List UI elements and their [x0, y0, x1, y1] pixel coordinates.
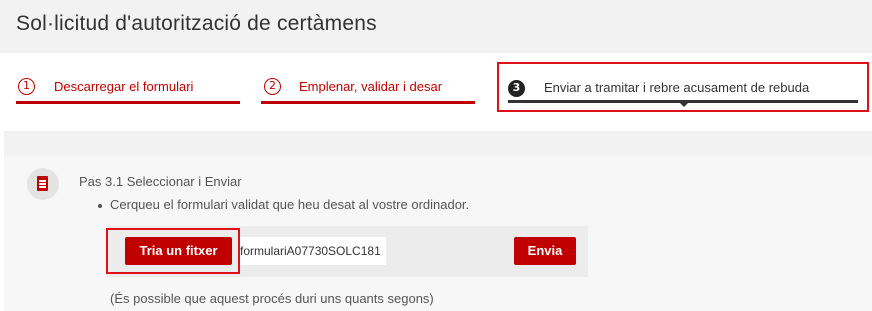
- step-number-2: 2: [264, 78, 281, 95]
- document-icon: [37, 176, 48, 191]
- page-header: Sol·licitud d'autorització de certàmens: [0, 0, 872, 53]
- active-step-caret-icon: [679, 102, 689, 107]
- selected-file-name: formulariA07730SOLC181: [238, 237, 386, 265]
- instruction-text: Cerqueu el formulari validat que heu des…: [110, 197, 470, 212]
- step-tabs: 1 Descarregar el formulari 2 Emplenar, v…: [0, 62, 872, 112]
- page-title: Sol·licitud d'autorització de certàmens: [16, 12, 377, 35]
- step-title: Pas 3.1 Seleccionar i Enviar: [79, 174, 242, 189]
- processing-note: (És possible que aquest procés duri uns …: [110, 291, 434, 306]
- bullet-icon: [98, 204, 102, 208]
- step-number-3: 3: [508, 80, 525, 97]
- send-button[interactable]: Envia: [514, 237, 576, 265]
- step-underline-2: [261, 101, 475, 104]
- step-label-3: Enviar a tramitar i rebre acusament de r…: [544, 80, 810, 95]
- step-label-1: Descarregar el formulari: [54, 79, 194, 94]
- step-tab-1[interactable]: 1 Descarregar el formulari: [16, 62, 240, 112]
- step-number-1: 1: [18, 78, 35, 95]
- choose-file-button[interactable]: Tria un fitxer: [125, 237, 232, 265]
- step-underline-1: [16, 101, 240, 104]
- step-label-2: Emplenar, validar i desar: [299, 79, 443, 94]
- step-tab-3[interactable]: 3 Enviar a tramitar i rebre acusament de…: [497, 62, 869, 112]
- step-tab-2[interactable]: 2 Emplenar, validar i desar: [261, 62, 475, 112]
